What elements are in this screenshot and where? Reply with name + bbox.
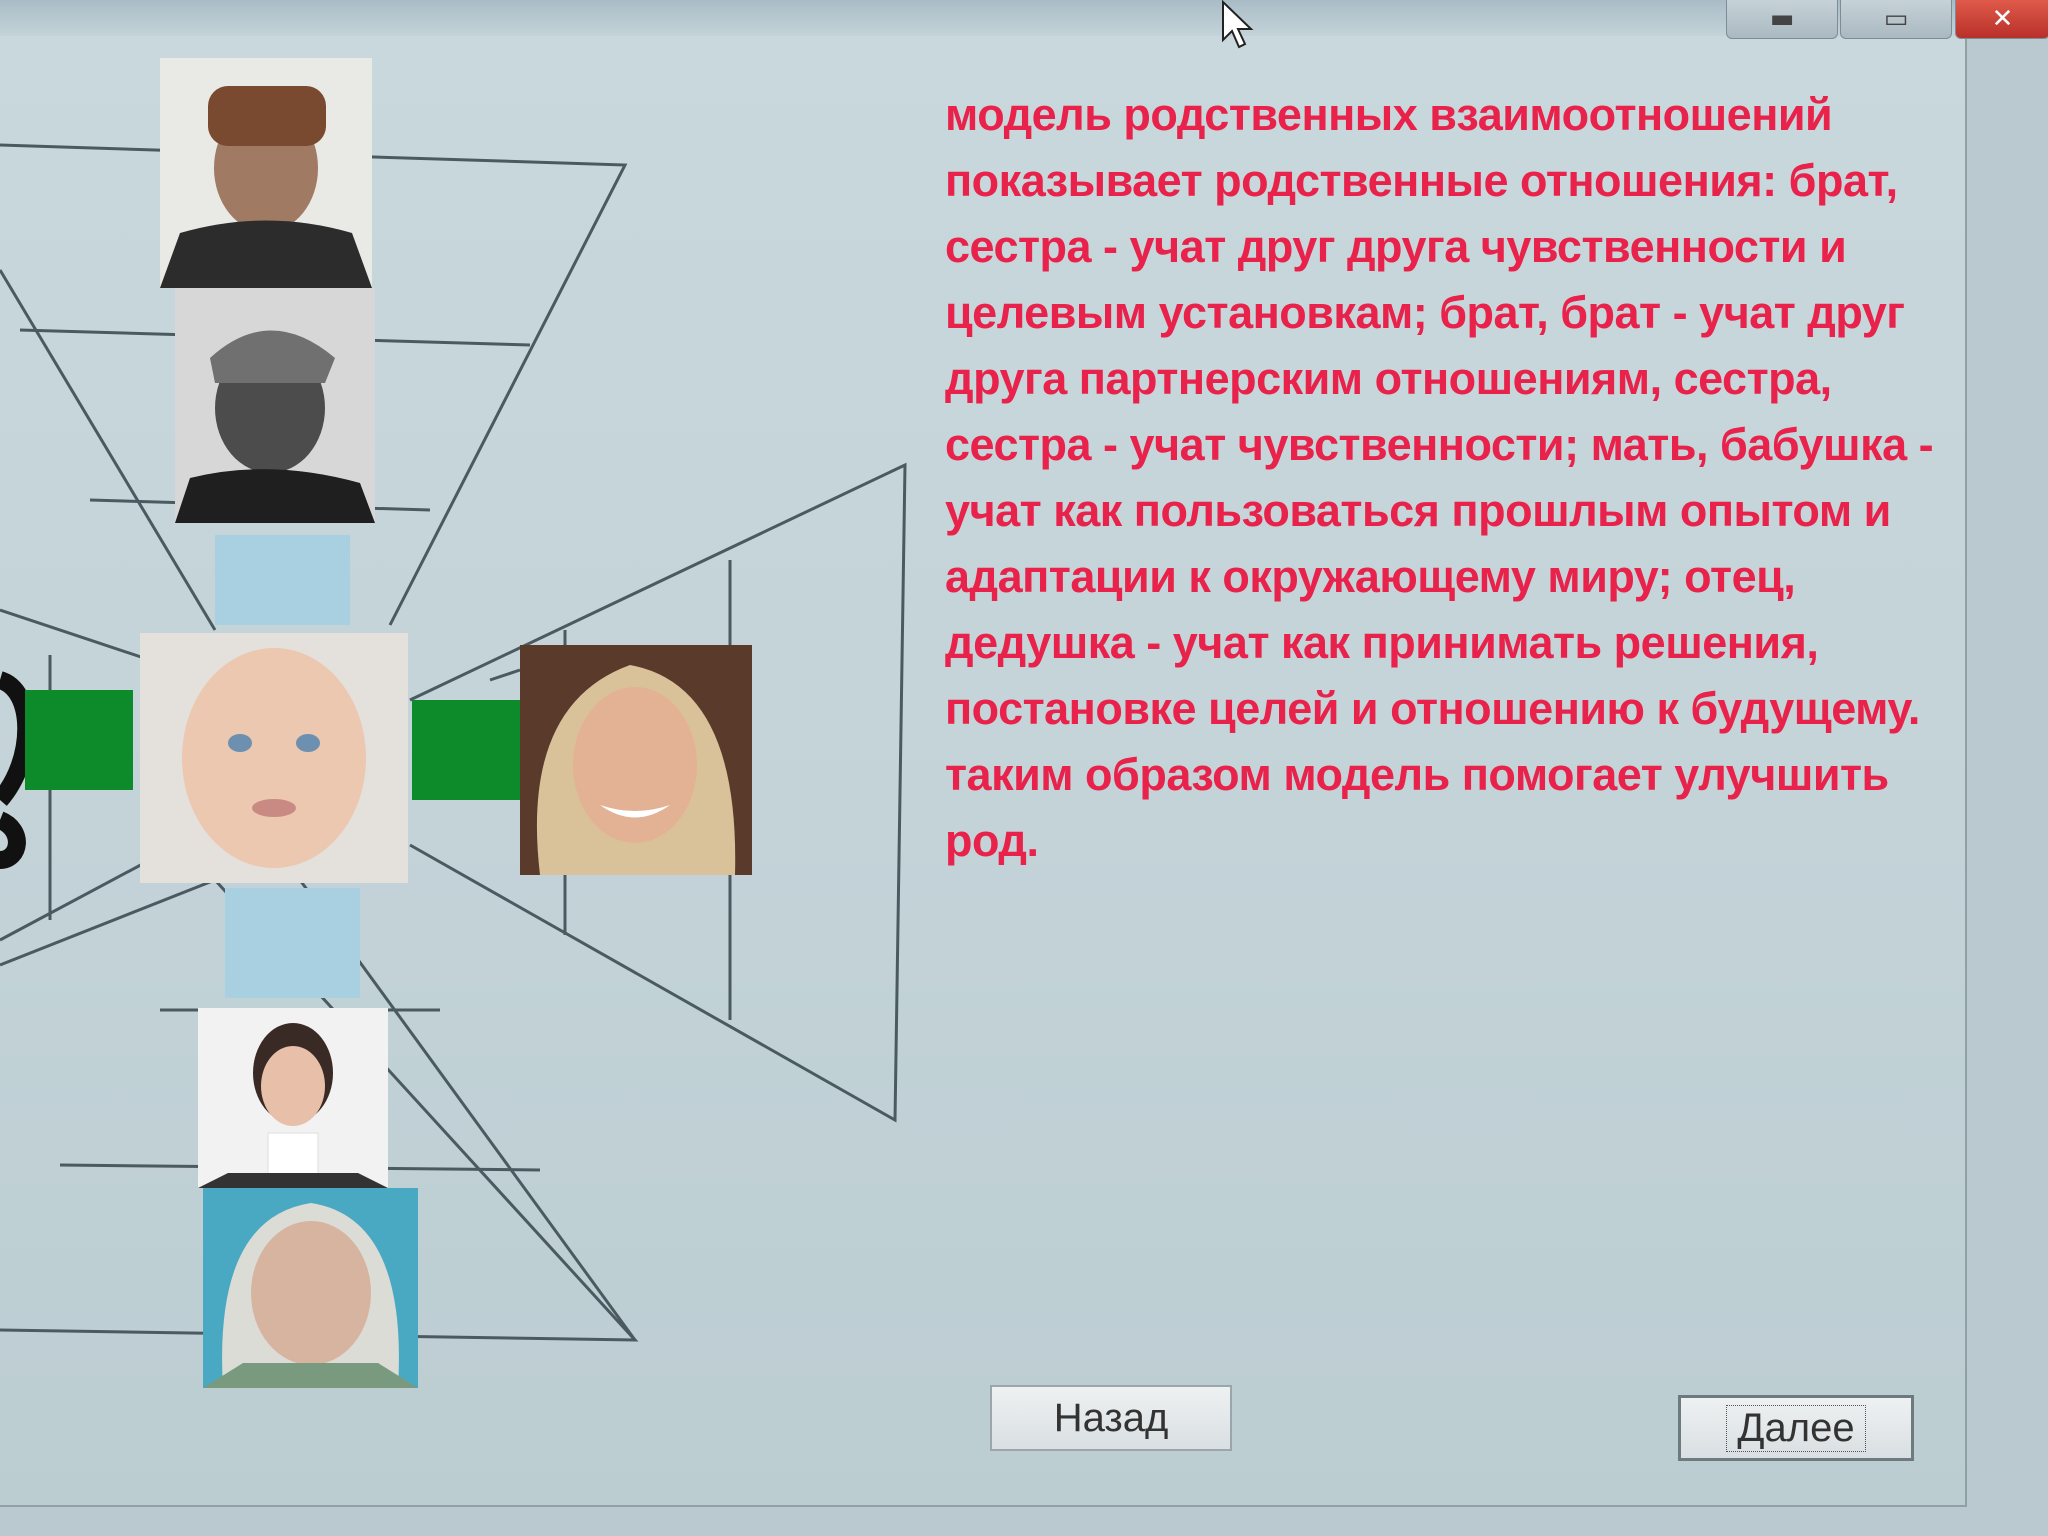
next-button-label: Далее (1726, 1404, 1866, 1452)
woman-photo (520, 645, 752, 875)
close-button[interactable]: ✕ (1955, 0, 2048, 39)
next-button[interactable]: Далее (1678, 1395, 1914, 1461)
child-photo (140, 633, 408, 883)
back-button-label: Назад (1053, 1395, 1169, 1440)
grandmother-photo (203, 1188, 418, 1388)
grandfather-photo (160, 58, 372, 288)
kinship-description-text: модель родственных взаимоотношений показ… (945, 89, 1946, 866)
connector-block-bottom (225, 888, 360, 998)
mouse-cursor-icon (1222, 0, 1254, 49)
mother-photo (198, 1008, 388, 1188)
minimize-icon: ▬ (1769, 4, 1795, 34)
connector-block-left (25, 690, 133, 790)
connector-block-top (215, 535, 350, 625)
back-button[interactable]: Назад (990, 1385, 1232, 1451)
father-photo (175, 288, 375, 523)
maximize-button[interactable]: ▭ (1840, 0, 1952, 39)
minimize-button[interactable]: ▬ (1726, 0, 1838, 39)
maximize-icon: ▭ (1883, 4, 1909, 34)
close-icon: ✕ (1991, 4, 2014, 34)
connector-block-right (412, 700, 520, 800)
